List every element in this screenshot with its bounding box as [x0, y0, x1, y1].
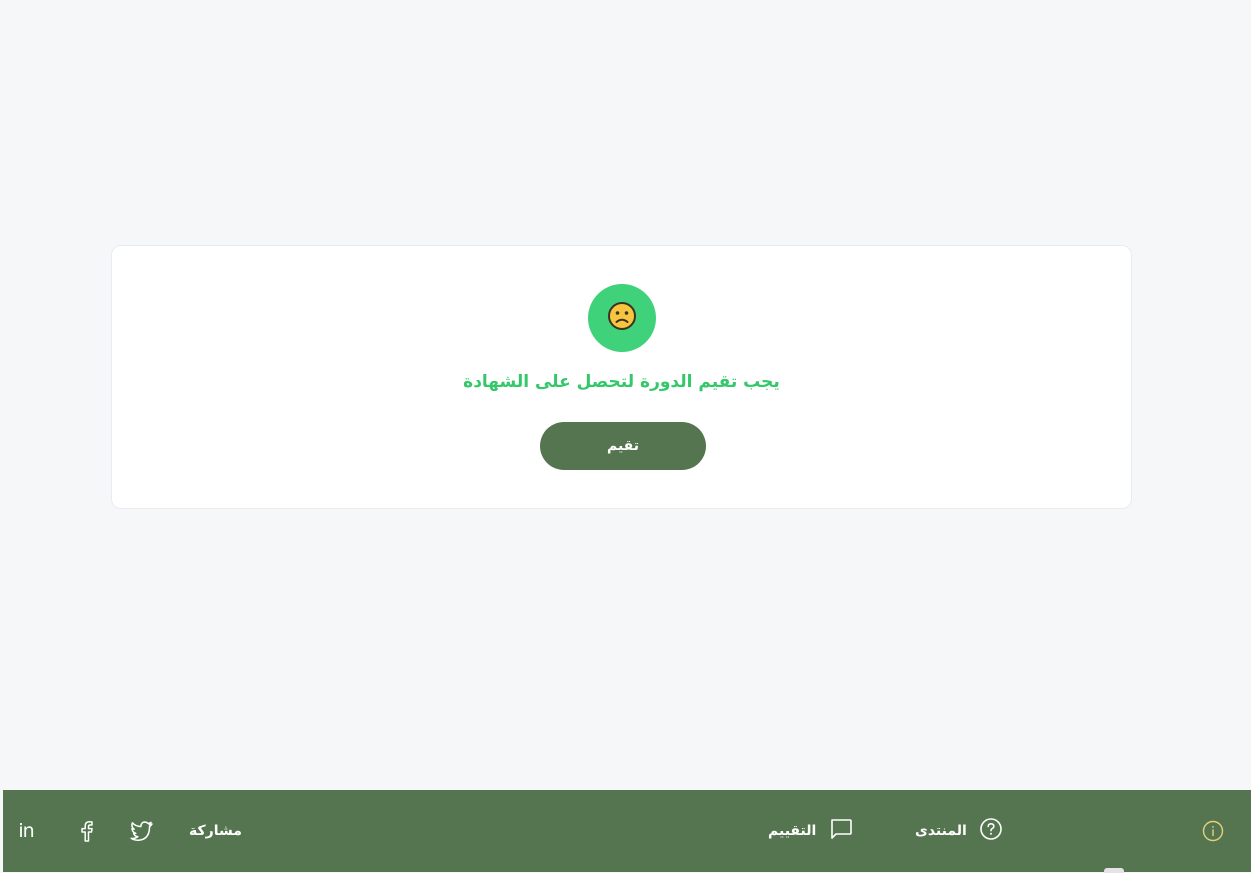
emoji-badge	[588, 284, 656, 352]
facebook-icon[interactable]	[73, 818, 99, 844]
rating-required-card: يجب تقيم الدورة لتحصل على الشهادة تقيم	[111, 245, 1132, 509]
forum-link[interactable]: المنتدى	[915, 790, 1003, 872]
linkedin-text: in	[18, 820, 34, 842]
page: يجب تقيم الدورة لتحصل على الشهادة تقيم ا…	[0, 0, 1251, 873]
info-icon[interactable]	[1200, 818, 1226, 844]
sad-face-icon	[607, 301, 637, 335]
rating-required-message: يجب تقيم الدورة لتحصل على الشهادة	[463, 372, 780, 392]
bottom-edge-marker	[1104, 868, 1124, 873]
rate-course-button[interactable]: تقيم	[540, 422, 706, 470]
rating-link[interactable]: التقييم	[768, 790, 854, 872]
rating-label: التقييم	[768, 823, 817, 839]
share-label: مشاركة	[189, 823, 242, 839]
linkedin-icon[interactable]: in	[13, 818, 39, 844]
twitter-icon[interactable]	[129, 818, 155, 844]
forum-label: المنتدى	[915, 823, 967, 839]
course-footer-bar: المنتدى التقييم مشاركة in	[3, 790, 1251, 872]
chat-bubble-icon	[828, 817, 854, 845]
question-circle-icon	[979, 817, 1003, 845]
